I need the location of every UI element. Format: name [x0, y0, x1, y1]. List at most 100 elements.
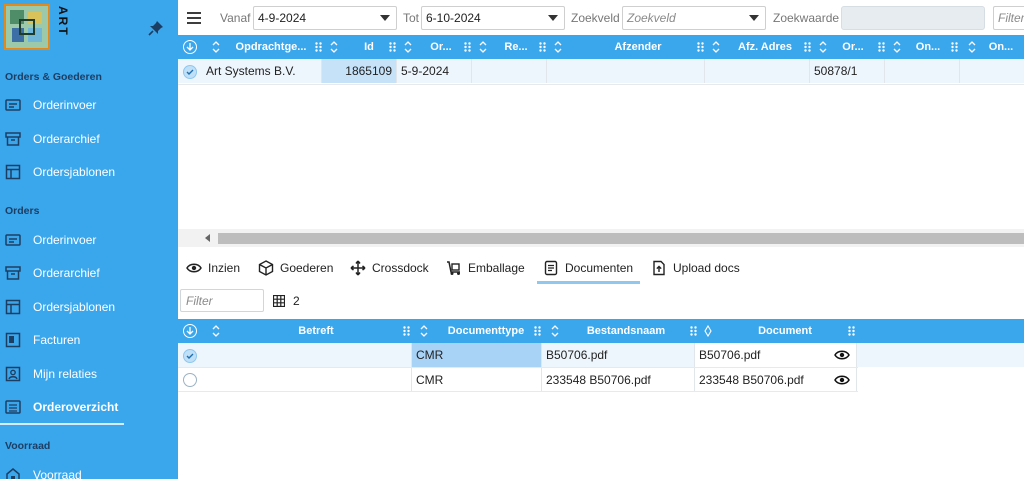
- active-tab-indicator: [537, 281, 640, 284]
- cell-on-1: [885, 59, 960, 83]
- tab-goederen[interactable]: Goederen: [258, 254, 333, 282]
- tab-documenten[interactable]: Documenten: [543, 254, 633, 282]
- select-all-checkbox[interactable]: [183, 40, 197, 54]
- sort-icon[interactable]: [212, 325, 220, 337]
- tab-inzien[interactable]: Inzien: [186, 254, 240, 282]
- tab-crossdock[interactable]: Crossdock: [350, 254, 429, 282]
- col-header-id[interactable]: Id: [343, 35, 395, 59]
- sort-icon[interactable]: [704, 325, 712, 337]
- cell-documenttype: CMR: [412, 368, 542, 392]
- drag-handle-icon[interactable]: [403, 326, 410, 336]
- sort-icon[interactable]: [212, 41, 220, 53]
- tab-upload-docs[interactable]: Upload docs: [651, 254, 740, 282]
- sort-icon[interactable]: [551, 325, 559, 337]
- row-divider: [178, 84, 1024, 85]
- app-root: ART Orders & Goederen Orderinvoer Ordera…: [0, 0, 1024, 479]
- col-header-afzender[interactable]: Afzender: [568, 35, 708, 59]
- drag-handle-icon[interactable]: [464, 42, 471, 52]
- select-all-checkbox[interactable]: [183, 324, 197, 338]
- col-header-documenttype[interactable]: Documenttype: [434, 319, 538, 343]
- col-header-order-date[interactable]: Or...: [416, 35, 466, 59]
- sort-icon[interactable]: [554, 41, 562, 53]
- sidebar-item-label: Orderoverzicht: [33, 400, 119, 414]
- sidebar-item-label: Ordersjablonen: [33, 300, 116, 314]
- sidebar-item-orderarchief-2[interactable]: Orderarchief: [0, 258, 178, 288]
- zoekwaarde-input[interactable]: [841, 6, 985, 30]
- sidebar-item-orderinvoer-2[interactable]: Orderinvoer: [0, 225, 178, 255]
- table-row[interactable]: Art Systems B.V. 1865109 5-9-2024 50878/…: [178, 59, 1024, 83]
- sort-icon[interactable]: [819, 41, 827, 53]
- sidebar-item-facturen[interactable]: Facturen: [0, 325, 178, 355]
- sidebar-item-orderoverzicht[interactable]: Orderoverzicht: [0, 392, 178, 422]
- scroll-left-icon[interactable]: [205, 234, 210, 242]
- filter-input[interactable]: Filter: [993, 6, 1024, 30]
- cell-betreft: [202, 343, 412, 367]
- col-header-on-1[interactable]: On...: [906, 35, 950, 59]
- tab-label: Crossdock: [372, 261, 429, 275]
- tab-label: Upload docs: [673, 261, 740, 275]
- drag-handle-icon[interactable]: [804, 42, 811, 52]
- stock-icon: [6, 468, 20, 479]
- invoice-icon: [5, 332, 21, 348]
- sort-icon[interactable]: [968, 41, 976, 53]
- cell-bestandsnaam: B50706.pdf: [542, 343, 695, 367]
- row-select-checkbox[interactable]: [183, 373, 197, 387]
- drag-handle-icon[interactable]: [315, 42, 322, 52]
- drag-handle-icon[interactable]: [690, 326, 697, 336]
- col-header-betreft[interactable]: Betreft: [226, 319, 406, 343]
- col-header-afz-adres[interactable]: Afz. Adres: [726, 35, 804, 59]
- row-select-checkbox[interactable]: [183, 65, 197, 79]
- menu-button[interactable]: [186, 0, 202, 35]
- sort-icon[interactable]: [712, 41, 720, 53]
- tab-emballage[interactable]: Emballage: [446, 254, 525, 282]
- eye-icon[interactable]: [834, 374, 850, 386]
- sidebar-item-label: Orderinvoer: [33, 233, 97, 247]
- col-header-order-nr[interactable]: Or...: [832, 35, 874, 59]
- drag-handle-icon[interactable]: [878, 42, 885, 52]
- docs-filter-input[interactable]: Filter: [180, 289, 264, 312]
- docs-grid-header: Betreft Documenttype Bestandsnaam Docume…: [178, 319, 1024, 343]
- eye-icon: [186, 263, 202, 273]
- drag-handle-icon[interactable]: [697, 42, 704, 52]
- sidebar-item-ordersjablonen-1[interactable]: Ordersjablonen: [0, 157, 178, 187]
- table-row[interactable]: CMR 233548 B50706.pdf 233548 B50706.pdf: [178, 368, 1024, 392]
- chevron-down-icon: [186, 43, 194, 51]
- row-select-checkbox[interactable]: [183, 349, 197, 363]
- col-header-document[interactable]: Document: [718, 319, 852, 343]
- template-icon: [5, 299, 21, 315]
- sidebar-item-ordersjablonen-2[interactable]: Ordersjablonen: [0, 292, 178, 322]
- sidebar-item-mijn-relaties[interactable]: Mijn relaties: [0, 359, 178, 389]
- col-header-opdrachtgever[interactable]: Opdrachtge...: [226, 35, 316, 59]
- sidebar-item-orderarchief-1[interactable]: Orderarchief: [0, 124, 178, 154]
- sidebar-item-orderinvoer-1[interactable]: Orderinvoer: [0, 90, 178, 120]
- drag-handle-icon[interactable]: [951, 42, 958, 52]
- col-header-ref[interactable]: Re...: [491, 35, 541, 59]
- cell-bestandsnaam: 233548 B50706.pdf: [542, 368, 695, 392]
- sort-icon[interactable]: [404, 41, 412, 53]
- horizontal-scrollbar[interactable]: [178, 229, 1024, 247]
- drag-handle-icon[interactable]: [848, 326, 855, 336]
- template-icon: [5, 164, 21, 180]
- scrollbar-thumb[interactable]: [218, 233, 1024, 244]
- zoekveld-select[interactable]: Zoekveld: [622, 6, 766, 30]
- sidebar-item-voorraad[interactable]: Voorraad: [0, 460, 178, 479]
- sort-icon[interactable]: [330, 41, 338, 53]
- col-header-on-2[interactable]: On...: [981, 35, 1021, 59]
- document-icon: [544, 260, 558, 276]
- tot-date-select[interactable]: 6-10-2024: [421, 6, 565, 30]
- eye-icon[interactable]: [834, 349, 850, 361]
- table-row[interactable]: CMR B50706.pdf B50706.pdf: [178, 343, 1024, 367]
- sort-icon[interactable]: [893, 41, 901, 53]
- tab-label: Inzien: [208, 261, 241, 275]
- tab-label: Documenten: [565, 261, 634, 275]
- sort-icon[interactable]: [420, 325, 428, 337]
- zoekveld-placeholder: Zoekveld: [627, 11, 676, 25]
- pin-icon[interactable]: [148, 20, 164, 36]
- company-logo: [4, 4, 50, 50]
- drag-handle-icon[interactable]: [534, 326, 541, 336]
- sort-icon[interactable]: [479, 41, 487, 53]
- vanaf-date-select[interactable]: 4-9-2024: [253, 6, 397, 30]
- drag-handle-icon[interactable]: [389, 42, 396, 52]
- col-header-bestandsnaam[interactable]: Bestandsnaam: [564, 319, 688, 343]
- drag-handle-icon[interactable]: [539, 42, 546, 52]
